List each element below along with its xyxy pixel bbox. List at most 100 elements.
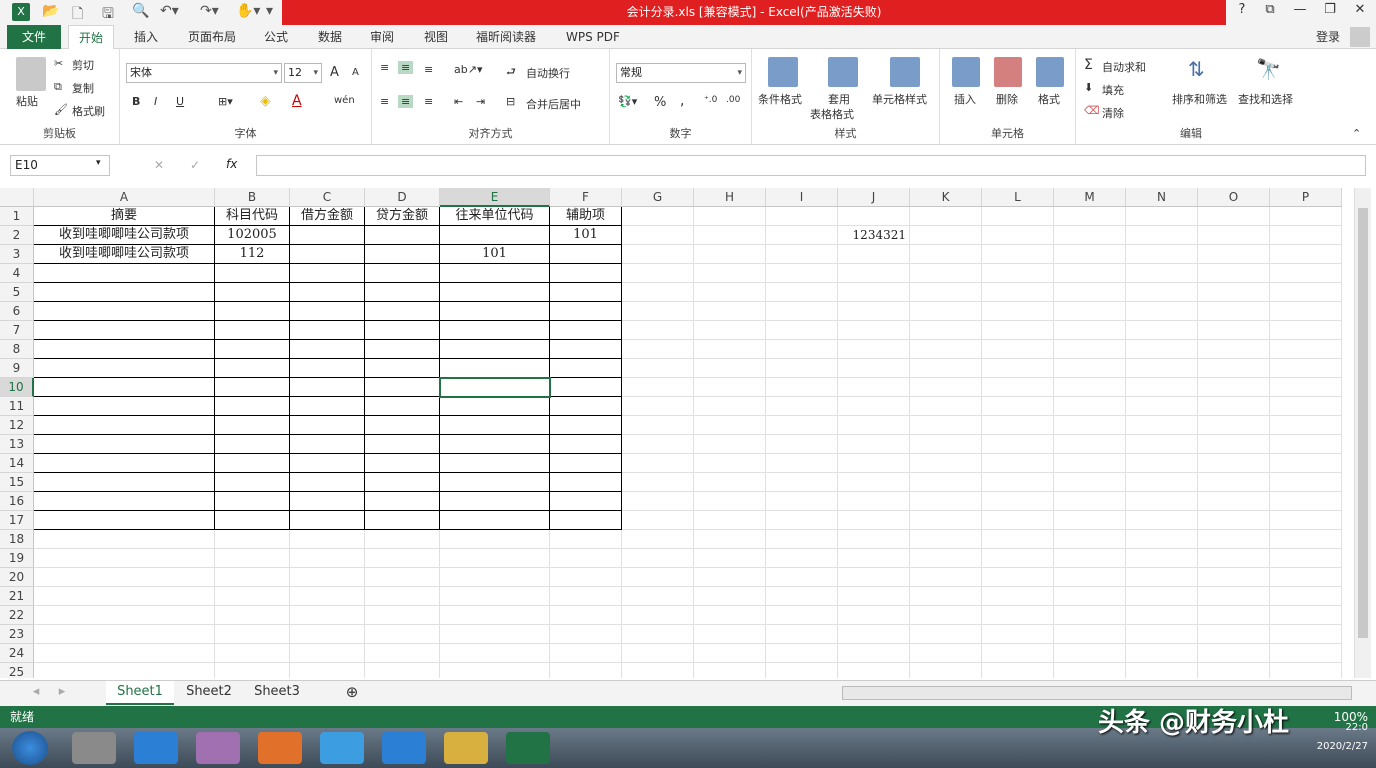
firefox-icon[interactable] <box>258 732 302 764</box>
cell-E17[interactable] <box>440 511 550 530</box>
cell-G2[interactable] <box>622 226 694 245</box>
cell-N12[interactable] <box>1126 416 1198 435</box>
cell-O13[interactable] <box>1198 435 1270 454</box>
cell-I19[interactable] <box>766 549 838 568</box>
cell-N15[interactable] <box>1126 473 1198 492</box>
cell-F10[interactable] <box>550 378 622 397</box>
insert-cells-icon[interactable] <box>952 57 980 87</box>
cell-E19[interactable] <box>440 549 550 568</box>
collapse-ribbon-icon[interactable]: ⌃ <box>1352 127 1361 140</box>
cell-M21[interactable] <box>1054 587 1126 606</box>
cell-D7[interactable] <box>365 321 440 340</box>
cell-E21[interactable] <box>440 587 550 606</box>
cell-K17[interactable] <box>910 511 982 530</box>
cell-I16[interactable] <box>766 492 838 511</box>
cell-N3[interactable] <box>1126 245 1198 264</box>
cell-L9[interactable] <box>982 359 1054 378</box>
clear-button[interactable]: 清除 <box>1102 105 1124 121</box>
cell-F3[interactable] <box>550 245 622 264</box>
cell-I7[interactable] <box>766 321 838 340</box>
cell-M16[interactable] <box>1054 492 1126 511</box>
formula-input[interactable] <box>256 155 1366 176</box>
cell-J3[interactable] <box>838 245 910 264</box>
cell-C19[interactable] <box>290 549 365 568</box>
cell-H5[interactable] <box>694 283 766 302</box>
cell-K14[interactable] <box>910 454 982 473</box>
cell-H3[interactable] <box>694 245 766 264</box>
cell-M5[interactable] <box>1054 283 1126 302</box>
cell-C13[interactable] <box>290 435 365 454</box>
cell-K9[interactable] <box>910 359 982 378</box>
cell-B11[interactable] <box>215 397 290 416</box>
tab-insert[interactable]: 插入 <box>124 25 168 49</box>
cell-B16[interactable] <box>215 492 290 511</box>
cell-H24[interactable] <box>694 644 766 663</box>
cell-L19[interactable] <box>982 549 1054 568</box>
cell-P3[interactable] <box>1270 245 1342 264</box>
increase-indent-icon[interactable]: ⇥ <box>476 95 485 108</box>
cell-I4[interactable] <box>766 264 838 283</box>
worksheet-grid[interactable]: A B C D E F G H I J K L M N O P 1 摘要 科目代码 借方金额 贷方金额 往来单位代码 辅助项… <box>0 188 1352 678</box>
tab-view[interactable]: 视图 <box>414 25 458 49</box>
cell-B25[interactable] <box>215 663 290 678</box>
cell-O14[interactable] <box>1198 454 1270 473</box>
cell-A19[interactable] <box>34 549 215 568</box>
row-header-15[interactable]: 15 <box>0 473 34 492</box>
cell-E5[interactable] <box>440 283 550 302</box>
cell-M18[interactable] <box>1054 530 1126 549</box>
cell-K1[interactable] <box>910 207 982 226</box>
cell-N14[interactable] <box>1126 454 1198 473</box>
cell-G25[interactable] <box>622 663 694 678</box>
merge-center-button[interactable]: 合并后居中 <box>526 96 581 112</box>
cell-O23[interactable] <box>1198 625 1270 644</box>
cell-L1[interactable] <box>982 207 1054 226</box>
cell-E1[interactable]: 往来单位代码 <box>440 207 550 226</box>
row-header-19[interactable]: 19 <box>0 549 34 568</box>
cell-P6[interactable] <box>1270 302 1342 321</box>
cell-P23[interactable] <box>1270 625 1342 644</box>
select-all-corner[interactable] <box>0 188 34 207</box>
cell-F9[interactable] <box>550 359 622 378</box>
cell-B19[interactable] <box>215 549 290 568</box>
cell-K15[interactable] <box>910 473 982 492</box>
cell-L24[interactable] <box>982 644 1054 663</box>
cell-O24[interactable] <box>1198 644 1270 663</box>
cell-P13[interactable] <box>1270 435 1342 454</box>
cell-H8[interactable] <box>694 340 766 359</box>
cell-G22[interactable] <box>622 606 694 625</box>
cancel-entry-button[interactable]: ✕ <box>154 158 164 172</box>
row-header-16[interactable]: 16 <box>0 492 34 511</box>
open-icon[interactable]: 📂 <box>42 3 59 19</box>
row-header-3[interactable]: 3 <box>0 245 34 264</box>
cell-M17[interactable] <box>1054 511 1126 530</box>
cell-F24[interactable] <box>550 644 622 663</box>
cell-B14[interactable] <box>215 454 290 473</box>
cell-O12[interactable] <box>1198 416 1270 435</box>
cell-G10[interactable] <box>622 378 694 397</box>
cell-F25[interactable] <box>550 663 622 678</box>
cell-H14[interactable] <box>694 454 766 473</box>
cell-C25[interactable] <box>290 663 365 678</box>
row-header-21[interactable]: 21 <box>0 587 34 606</box>
horizontal-scrollbar[interactable] <box>842 686 1352 700</box>
cell-F15[interactable] <box>550 473 622 492</box>
tab-page-layout[interactable]: 页面布局 <box>178 25 246 49</box>
cell-G8[interactable] <box>622 340 694 359</box>
cell-styles-button[interactable]: 单元格样式 <box>872 91 927 107</box>
autosum-button[interactable]: 自动求和 <box>1102 59 1146 75</box>
tab-data[interactable]: 数据 <box>308 25 352 49</box>
close-icon[interactable]: ✕ <box>1348 2 1372 22</box>
conditional-format-icon[interactable] <box>768 57 798 87</box>
ie-icon-2[interactable] <box>382 732 426 764</box>
cell-E22[interactable] <box>440 606 550 625</box>
cell-D5[interactable] <box>365 283 440 302</box>
cell-H20[interactable] <box>694 568 766 587</box>
format-cells-icon[interactable] <box>1036 57 1064 87</box>
cell-F11[interactable] <box>550 397 622 416</box>
cell-F4[interactable] <box>550 264 622 283</box>
tab-formulas[interactable]: 公式 <box>254 25 298 49</box>
cell-F1[interactable]: 辅助项 <box>550 207 622 226</box>
cell-N1[interactable] <box>1126 207 1198 226</box>
avatar[interactable] <box>1350 27 1370 47</box>
excel-taskbar-icon[interactable] <box>506 732 550 764</box>
